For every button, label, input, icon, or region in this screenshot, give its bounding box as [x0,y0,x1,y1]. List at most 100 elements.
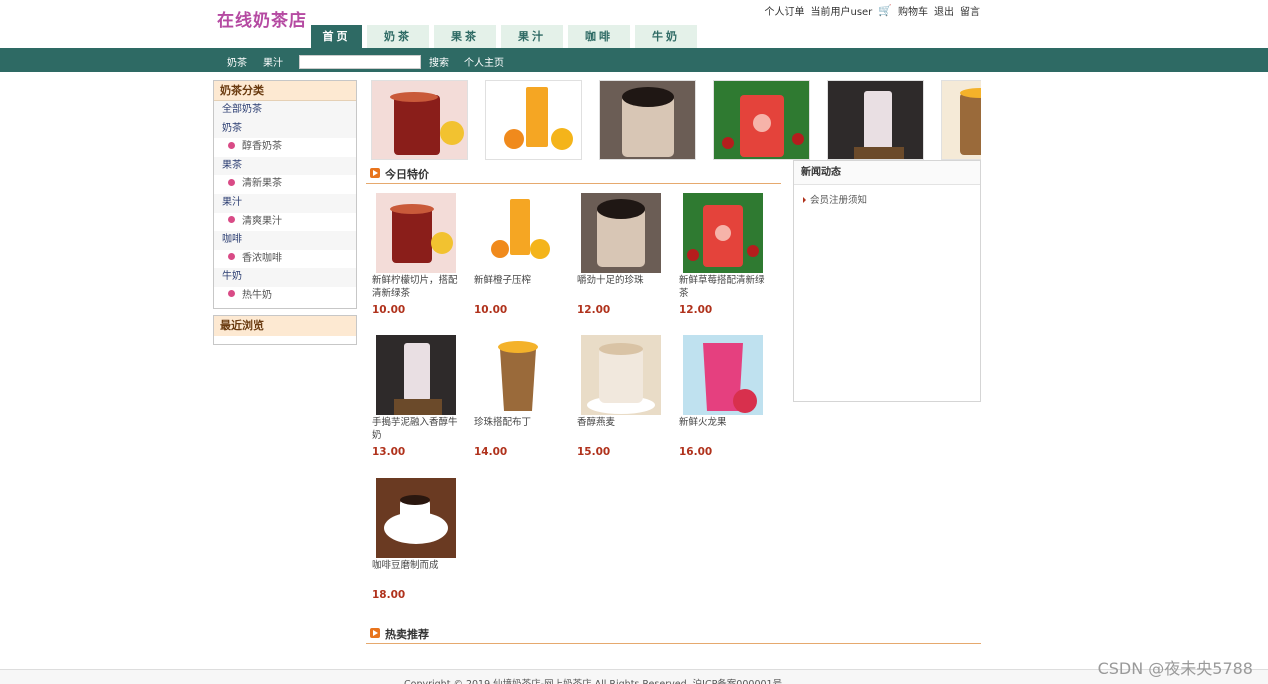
subnav-juice-link[interactable]: 果汁 [263,54,283,69]
category-coffee[interactable]: 咖啡 [214,231,356,250]
product-card[interactable]: 新鲜草莓搭配清新绿茶 12.00 [679,193,774,318]
product-image[interactable] [581,193,661,273]
special-section-header: 今日特价 [366,162,781,184]
category-fruit-tea[interactable]: 果茶 [214,156,356,176]
product-name[interactable]: 嚼劲十足的珍珠 [577,275,669,288]
product-image[interactable] [683,193,763,273]
product-card[interactable]: 香醇燕麦 15.00 [577,335,672,460]
product-image[interactable] [376,335,456,415]
bullet-icon [228,290,235,298]
subcategory-label: 清爽果汁 [242,215,282,227]
tab-milk-tea[interactable]: 奶茶 [367,25,429,48]
news-title: 新闻动态 [794,161,980,185]
carousel-image[interactable] [371,80,468,160]
subcategory-coffee[interactable]: 香浓咖啡 [214,250,356,269]
sub-navbar: 奶茶 果汁 搜索 个人主页 [0,48,1268,72]
product-name[interactable]: 手搗芋泥融入香醇牛奶 [372,417,464,442]
subcategory-fruit-tea[interactable]: 清新果茶 [214,175,356,194]
subcategory-juice[interactable]: 清爽果汁 [214,213,356,232]
logout-link[interactable]: 退出 [934,3,954,18]
category-all[interactable]: 全部奶茶 [214,101,356,120]
site-logo: 在线奶茶店 [217,11,307,31]
section-flag-icon [370,628,380,638]
product-name[interactable]: 珍珠搭配布丁 [474,417,566,430]
product-name[interactable]: 香醇燕麦 [577,417,669,430]
product-card[interactable]: 咖啡豆磨制而成 18.00 [372,478,467,603]
product-price: 18.00 [372,589,406,601]
footer: Copyright © 2019 仙境奶茶店-网上奶茶店 All Rights … [0,669,1268,684]
orders-link[interactable]: 个人订单 [764,3,804,18]
special-section-title: 今日特价 [385,168,429,181]
category-milk-tea[interactable]: 奶茶 [214,119,356,139]
current-user-text: 当前用户user [810,7,873,18]
news-item-label: 会员注册须知 [810,195,868,206]
product-image[interactable] [376,478,456,558]
tab-fruit-tea[interactable]: 果茶 [434,25,496,48]
tab-home[interactable]: 首页 [311,25,362,48]
product-price: 12.00 [577,304,611,316]
product-card[interactable]: 手搗芋泥融入香醇牛奶 13.00 [372,335,467,460]
carousel-image[interactable] [599,80,696,160]
product-price: 10.00 [372,304,406,316]
product-name[interactable]: 新鲜火龙果 [679,417,771,430]
tab-coffee[interactable]: 咖啡 [568,25,630,48]
search-button[interactable]: 搜索 [429,54,449,69]
watermark: CSDN @夜未央5788 [1097,659,1253,678]
main-tabs: 首页 奶茶 果茶 果汁 咖啡 牛奶 [311,25,697,48]
profile-link[interactable]: 个人主页 [464,54,504,69]
top-links: 个人订单 当前用户user 🛒 购物车 退出 留言 [764,3,980,18]
product-card[interactable]: 新鲜火龙果 16.00 [679,335,774,460]
category-title: 奶茶分类 [214,81,356,101]
bullet-icon [228,141,235,149]
product-card[interactable]: 新鲜橙子压榨 10.00 [474,193,569,318]
news-item[interactable]: 会员注册须知 [794,192,980,206]
product-name[interactable]: 新鲜柠檬切片，搭配清新绿茶 [372,275,464,300]
product-price: 13.00 [372,446,406,458]
section-flag-icon [370,168,380,178]
arrow-icon [803,197,806,203]
recent-panel: 最近浏览 [213,315,357,345]
carousel-image[interactable] [941,80,981,160]
bullet-icon [228,216,235,224]
subcategory-label: 清新果茶 [242,178,282,190]
category-panel: 奶茶分类 全部奶茶 奶茶 醇香奶茶 果茶 清新果茶 果汁 清爽果汁 咖啡 香浓咖… [213,80,357,309]
bullet-icon [228,178,235,186]
carousel-image[interactable] [827,80,924,160]
copyright-text: Copyright © 2019 仙境奶茶店-网上奶茶店 All Rights … [404,676,782,684]
product-card[interactable]: 珍珠搭配布丁 14.00 [474,335,569,460]
search-input[interactable] [299,55,421,69]
product-image[interactable] [376,193,456,273]
product-price: 10.00 [474,304,508,316]
subcategory-label: 香浓咖啡 [242,252,282,264]
carousel-image[interactable] [713,80,810,160]
message-link[interactable]: 留言 [960,3,980,18]
cart-link[interactable]: 购物车 [898,3,928,18]
subcategory-label: 热牛奶 [242,289,272,301]
product-image[interactable] [478,335,558,415]
subcategory-milk[interactable]: 热牛奶 [214,287,356,306]
product-price: 12.00 [679,304,713,316]
subcategory-milk-tea[interactable]: 醇香奶茶 [214,138,356,157]
hot-section-title: 热卖推荐 [385,628,429,641]
tab-juice[interactable]: 果汁 [501,25,563,48]
product-card[interactable]: 嚼劲十足的珍珠 12.00 [577,193,672,318]
hot-section-header: 热卖推荐 [366,622,981,644]
subnav-milk-tea-link[interactable]: 奶茶 [227,54,247,69]
product-image[interactable] [478,193,558,273]
product-price: 16.00 [679,446,713,458]
product-name[interactable]: 新鲜橙子压榨 [474,275,566,288]
category-juice[interactable]: 果汁 [214,193,356,213]
product-card[interactable]: 新鲜柠檬切片，搭配清新绿茶 10.00 [372,193,467,318]
product-carousel [371,80,981,160]
category-milk[interactable]: 牛奶 [214,268,356,287]
product-price: 15.00 [577,446,611,458]
product-name[interactable]: 咖啡豆磨制而成 [372,560,464,573]
product-image[interactable] [581,335,661,415]
product-name[interactable]: 新鲜草莓搭配清新绿茶 [679,275,771,300]
news-panel: 新闻动态 会员注册须知 [793,160,981,402]
carousel-image[interactable] [485,80,582,160]
subcategory-label: 醇香奶茶 [242,141,282,153]
product-image[interactable] [683,335,763,415]
cart-icon: 🛒 [878,4,892,17]
tab-milk[interactable]: 牛奶 [635,25,697,48]
